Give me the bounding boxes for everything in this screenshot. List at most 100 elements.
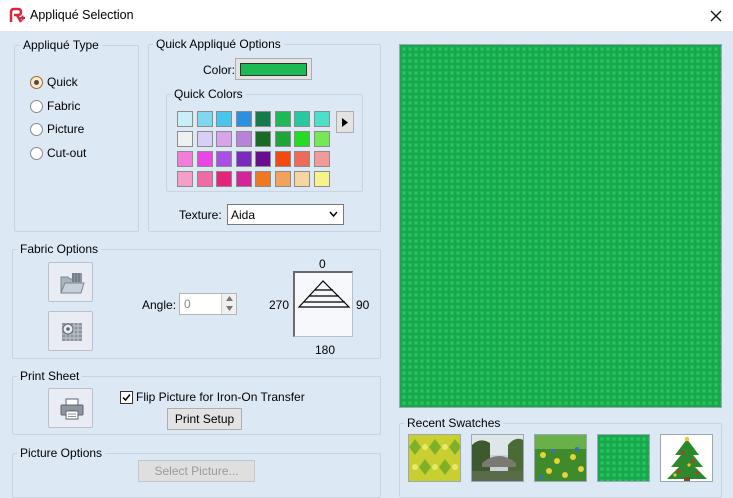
quick-color-swatch[interactable]	[294, 171, 310, 187]
quick-color-swatch[interactable]	[216, 131, 232, 147]
quick-color-swatch[interactable]	[255, 151, 271, 167]
quick-color-swatch[interactable]	[216, 151, 232, 167]
angle-dial[interactable]	[293, 271, 353, 337]
fabric-preview	[399, 44, 722, 408]
quick-color-swatch[interactable]	[313, 151, 330, 167]
quick-color-swatch[interactable]	[177, 151, 193, 167]
radio-label: Quick	[47, 75, 78, 89]
quick-color-swatch[interactable]	[177, 131, 193, 147]
aida-fabric-texture	[400, 45, 721, 407]
radio-button[interactable]	[30, 99, 43, 113]
flip-picture-label[interactable]: Flip Picture for Iron-On Transfer	[136, 390, 305, 404]
quick-color-swatch[interactable]	[255, 171, 271, 187]
flowers-photo-swatch-icon	[535, 435, 586, 481]
flip-picture-checkbox[interactable]	[120, 391, 133, 404]
angle-spinner[interactable]: 0	[179, 293, 237, 315]
angle-bottom-label: 180	[315, 343, 336, 357]
color-label: Color:	[203, 63, 236, 77]
print-sheet-legend: Print Sheet	[17, 369, 83, 383]
quick-color-swatch[interactable]	[255, 111, 271, 127]
radio-label: Fabric	[47, 99, 81, 113]
angle-value[interactable]: 0	[184, 297, 191, 311]
quick-color-swatch[interactable]	[274, 111, 291, 127]
quick-color-swatch[interactable]	[177, 111, 193, 127]
angle-label: Angle:	[142, 298, 177, 312]
bridge-photo-swatch-icon	[472, 435, 523, 481]
radio-picture[interactable]: Picture	[30, 121, 84, 137]
quick-color-swatch[interactable]	[196, 111, 213, 127]
green-aida-swatch-icon	[598, 435, 649, 481]
color-preview	[240, 62, 307, 76]
quick-color-swatch[interactable]	[216, 111, 232, 127]
texture-value: Aida	[231, 207, 256, 222]
recent-swatch-christmas-tree[interactable]	[660, 434, 713, 482]
recent-swatch-bridge[interactable]	[471, 434, 524, 482]
quick-color-swatch[interactable]	[294, 111, 310, 127]
picture-options-legend: Picture Options	[17, 446, 106, 460]
recent-swatch-yellow-pattern[interactable]	[408, 434, 461, 482]
quick-color-swatch[interactable]	[255, 131, 271, 147]
radio-button[interactable]	[30, 146, 43, 160]
checkmark-icon	[122, 394, 131, 402]
quick-color-swatch[interactable]	[313, 131, 330, 147]
quick-color-swatch[interactable]	[216, 171, 232, 187]
fabric-orientation-icon	[297, 280, 351, 308]
select-picture-button[interactable]: Select Picture...	[138, 460, 255, 482]
quick-color-swatch[interactable]	[196, 151, 213, 167]
radio-quick[interactable]: Quick	[30, 74, 78, 90]
close-button[interactable]	[699, 0, 733, 32]
radio-fabric[interactable]: Fabric	[30, 98, 80, 114]
quick-color-swatch[interactable]	[313, 111, 330, 127]
recent-swatches-legend: Recent Swatches	[404, 416, 504, 430]
quick-colors-legend: Quick Colors	[171, 87, 246, 101]
quick-color-swatch[interactable]	[274, 171, 291, 187]
fabric-gear-icon	[62, 323, 82, 341]
texture-label: Texture:	[179, 208, 222, 222]
quick-color-swatch[interactable]	[274, 131, 291, 147]
angle-right-label: 90	[356, 298, 370, 312]
fabric-settings-button[interactable]	[48, 311, 93, 351]
christmas-tree-swatch-icon	[661, 435, 712, 481]
title-bar: Appliqué Selection	[0, 0, 733, 32]
recent-swatch-green-aida[interactable]	[597, 434, 650, 482]
quick-color-swatch[interactable]	[235, 111, 252, 127]
fabric-options-legend: Fabric Options	[17, 242, 102, 256]
angle-left-label: 270	[269, 298, 290, 312]
quick-options-legend: Quick Appliqué Options	[153, 37, 284, 51]
app-logo-icon	[9, 7, 25, 23]
print-setup-button[interactable]: Print Setup	[167, 408, 242, 430]
quick-color-swatch[interactable]	[235, 131, 252, 147]
quick-color-swatch[interactable]	[196, 171, 213, 187]
quick-color-swatch[interactable]	[274, 151, 291, 167]
radio-label: Cut-out	[47, 146, 87, 160]
spin-down-button[interactable]	[221, 304, 236, 314]
close-icon	[710, 10, 722, 22]
open-fabric-button[interactable]	[48, 262, 93, 302]
quick-color-swatch[interactable]	[313, 171, 330, 187]
color-picker-button[interactable]	[235, 58, 312, 80]
radio-label: Picture	[47, 122, 85, 136]
spin-up-button[interactable]	[221, 294, 236, 304]
radio-cut-out[interactable]: Cut-out	[30, 145, 86, 161]
print-button[interactable]	[48, 388, 93, 428]
radio-button[interactable]	[30, 75, 43, 89]
arrow-right-icon	[342, 117, 348, 127]
quick-color-swatch[interactable]	[294, 131, 310, 147]
applique-type-legend: Appliqué Type	[20, 38, 102, 52]
quick-color-swatch[interactable]	[235, 151, 252, 167]
texture-select[interactable]: Aida	[227, 204, 344, 225]
quick-color-swatch[interactable]	[294, 151, 310, 167]
chevron-down-icon	[226, 306, 233, 311]
quick-color-swatch[interactable]	[196, 131, 213, 147]
chevron-up-icon	[226, 296, 233, 301]
chevron-down-icon	[329, 211, 338, 218]
window-title: Appliqué Selection	[30, 8, 134, 22]
quick-color-swatch[interactable]	[235, 171, 252, 187]
printer-icon	[60, 398, 84, 420]
folder-fabric-icon	[60, 273, 85, 294]
radio-button[interactable]	[30, 122, 43, 136]
quick-color-swatch[interactable]	[177, 171, 193, 187]
more-colors-button[interactable]	[336, 111, 354, 133]
recent-swatch-flowers[interactable]	[534, 434, 587, 482]
angle-top-label: 0	[319, 257, 326, 271]
